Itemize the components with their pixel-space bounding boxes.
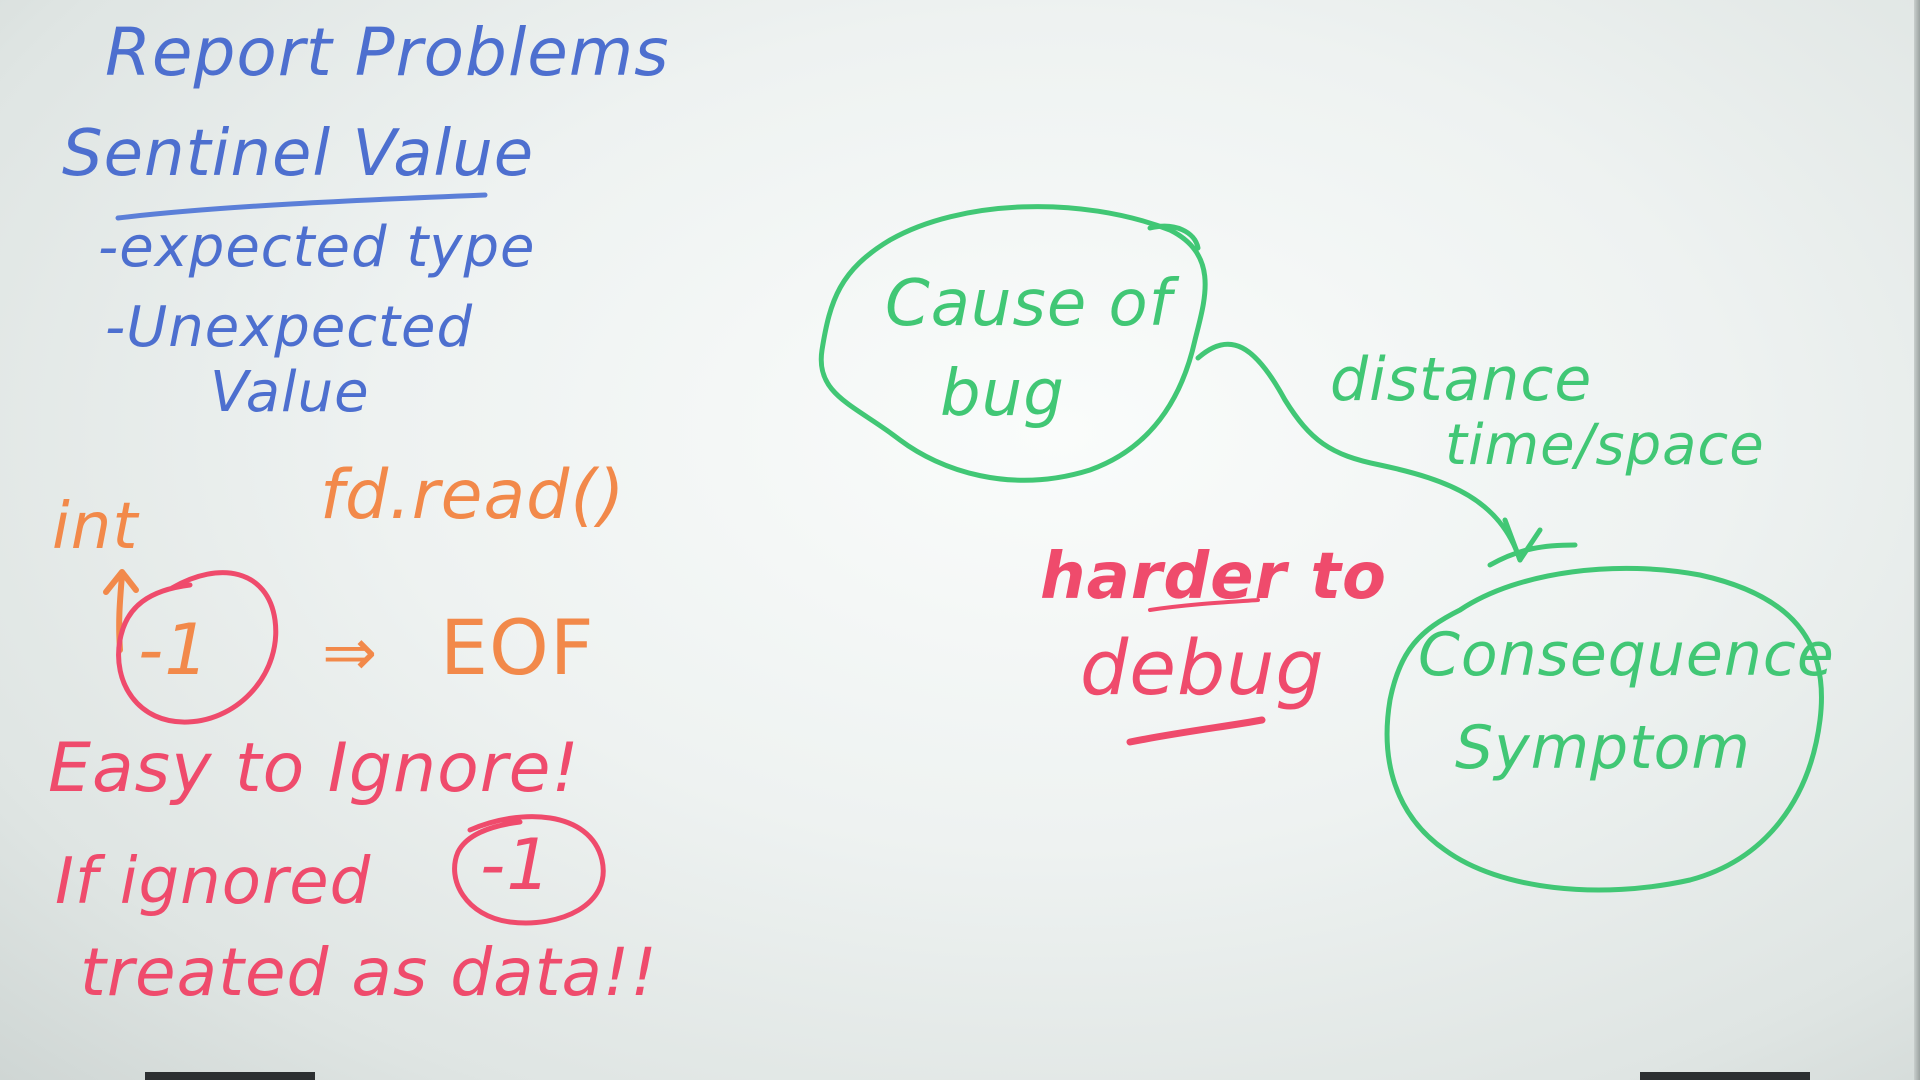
eof-label: EOF [440, 603, 595, 692]
sentinel-minus-one: -1 [138, 609, 210, 691]
distance-line-1: distance [1330, 345, 1593, 415]
cause-line-1: Cause of [885, 267, 1173, 341]
marker-tray-right [1640, 1072, 1810, 1080]
implies-arrow: ⇒ [322, 614, 379, 691]
if-ignored-text: If ignored [55, 845, 372, 919]
consequence-line-1: Consequence [1418, 620, 1835, 690]
easy-to-ignore-text: Easy to Ignore! [48, 729, 580, 808]
debug-underline [1126, 716, 1266, 746]
cause-blob-tail [1147, 223, 1201, 251]
arrowhead-icon [1487, 517, 1578, 568]
cause-blob [818, 204, 1208, 483]
bullet-value: Value [210, 360, 370, 425]
bullet-expected-type: -expected type [98, 215, 536, 280]
marker-tray-left [145, 1072, 315, 1080]
consequence-line-2: Symptom [1455, 713, 1751, 783]
up-arrow-icon [103, 569, 139, 653]
cause-line-2: bug [940, 357, 1065, 431]
title-text: Report Problems [105, 14, 670, 91]
whiteboard: Report Problems Sentinel Value -expected… [0, 0, 1920, 1080]
subtitle-text: Sentinel Value [62, 117, 535, 191]
fd-read-label: fd.read() [320, 456, 626, 535]
harder-to-text: harder to [1040, 540, 1387, 614]
int-label: int [52, 490, 139, 564]
sentinel-minus-one-again: -1 [480, 824, 552, 906]
distance-line-2: time/space [1445, 413, 1765, 478]
treated-as-data-text: treated as data!! [80, 934, 658, 1011]
bullet-unexpected: -Unexpected [105, 295, 474, 360]
board-frame-edge [1914, 0, 1920, 1080]
debug-text: debug [1080, 623, 1325, 712]
